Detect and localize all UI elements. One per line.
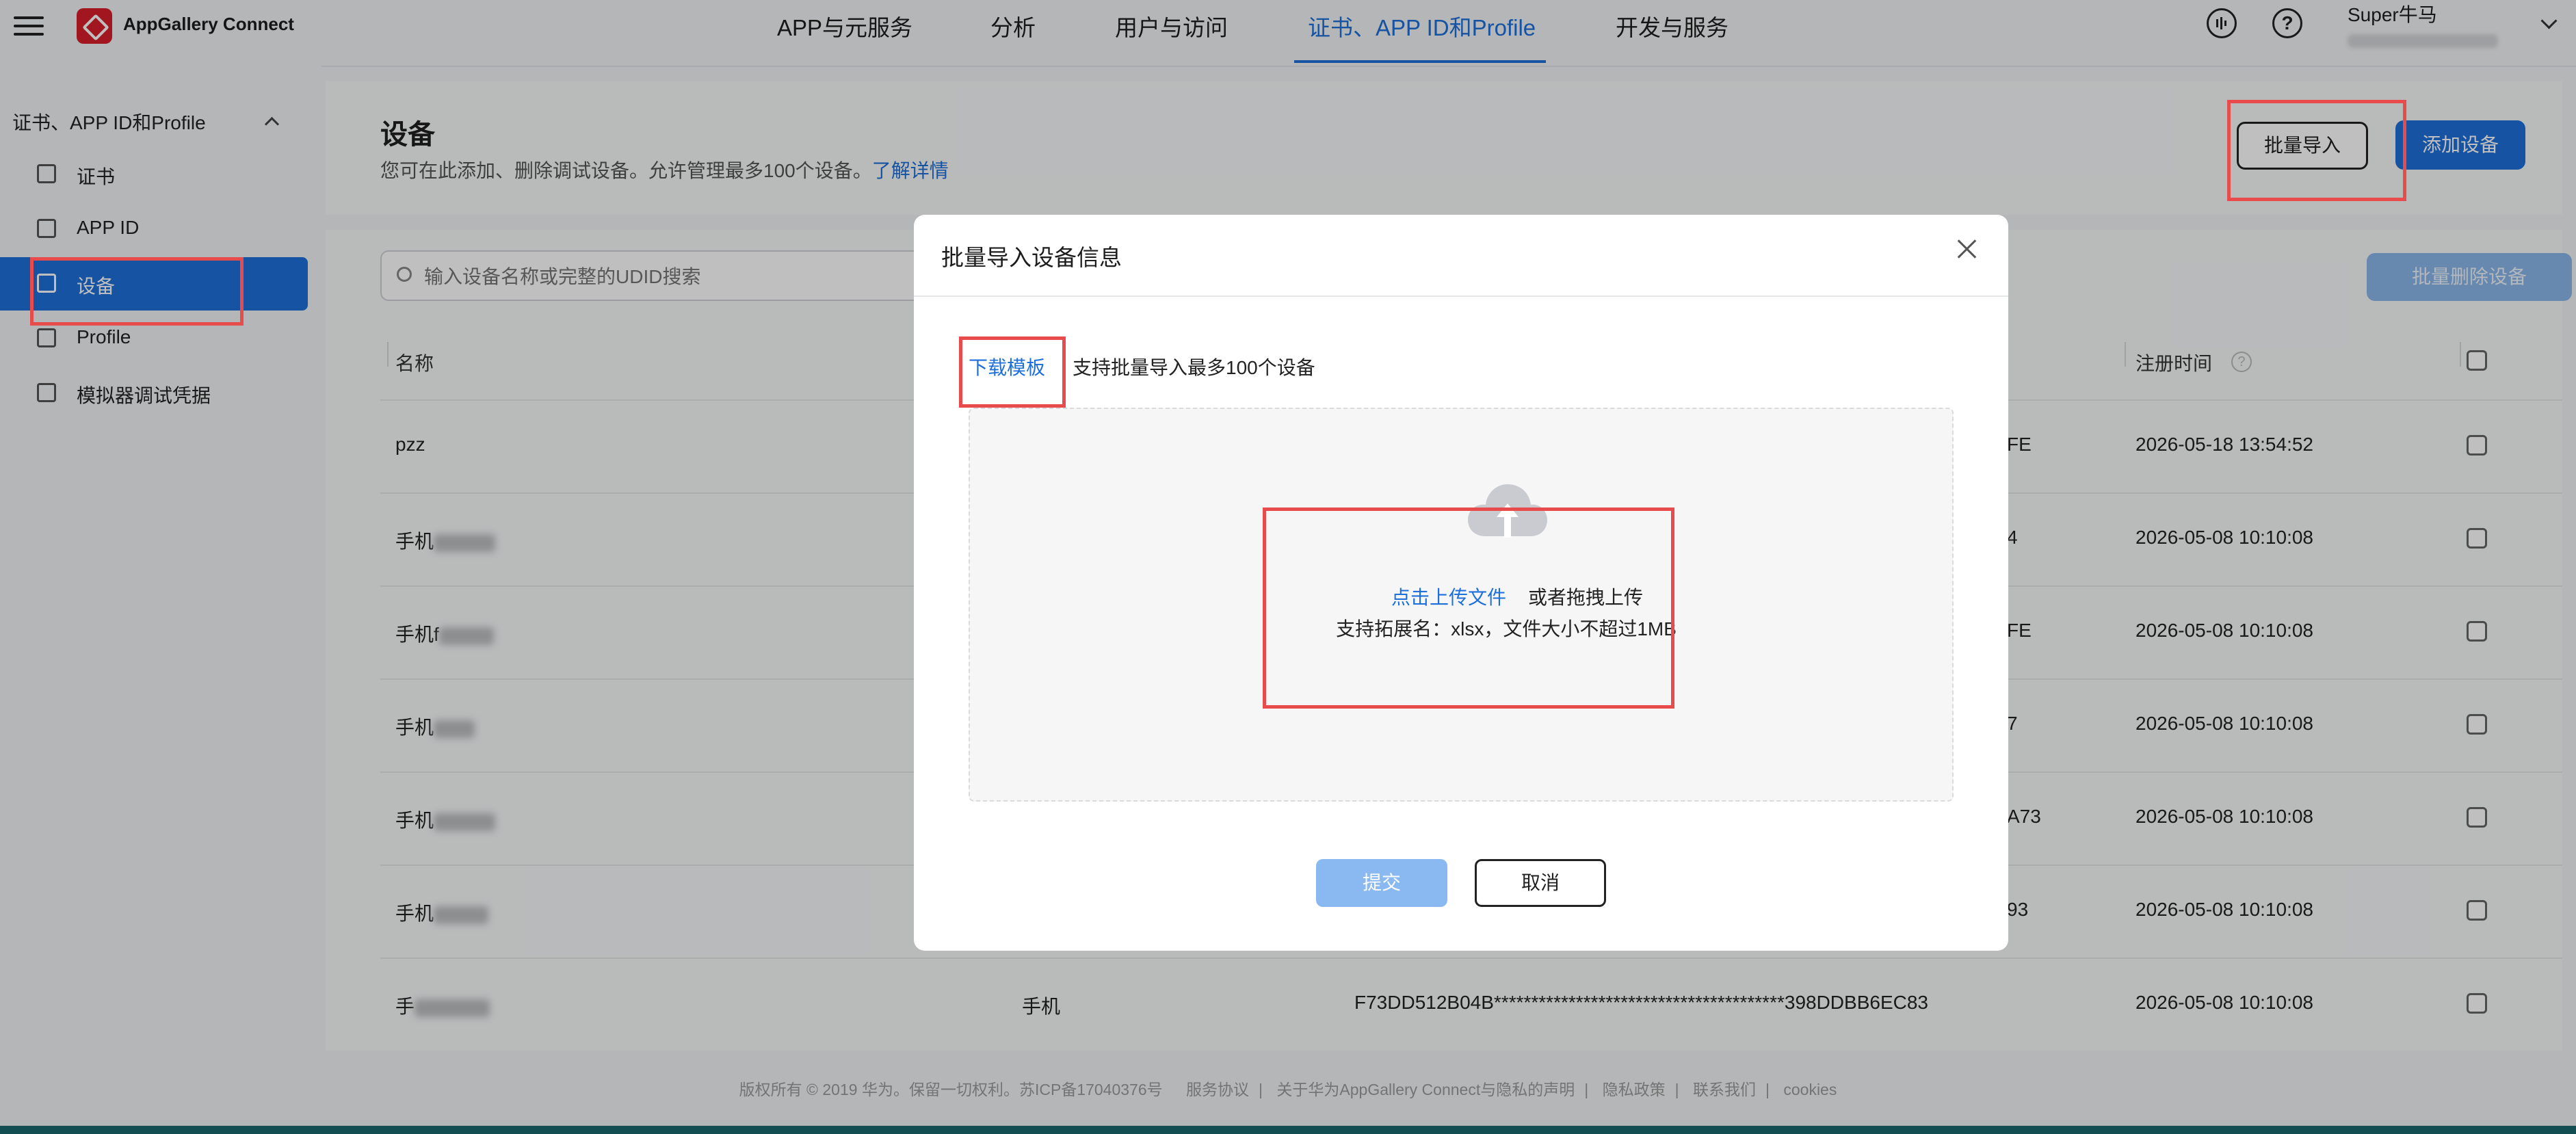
download-hint: 支持批量导入最多100个设备 [1073, 357, 1315, 378]
cancel-button[interactable]: 取消 [1475, 859, 1606, 907]
close-icon[interactable] [1955, 237, 1980, 261]
submit-button[interactable]: 提交 [1316, 859, 1447, 907]
divider [914, 295, 2008, 297]
cloud-upload-icon [1468, 484, 1547, 538]
batch-import-dialog: 批量导入设备信息 下载模板 支持批量导入最多100个设备 点击上传文件 或者拖拽… [914, 215, 2008, 951]
download-template-link[interactable]: 下载模板 [969, 353, 1045, 380]
drag-upload-text: 或者拖拽上传 [1528, 587, 1644, 608]
dialog-title: 批量导入设备信息 [941, 245, 1122, 270]
file-upload-dropzone[interactable]: 点击上传文件 或者拖拽上传 支持拓展名：xlsx，文件大小不超过1MB [969, 408, 1954, 802]
upload-constraints: 支持拓展名：xlsx，文件大小不超过1MB [1336, 618, 1677, 639]
click-upload-link[interactable]: 点击上传文件 [1391, 583, 1506, 610]
